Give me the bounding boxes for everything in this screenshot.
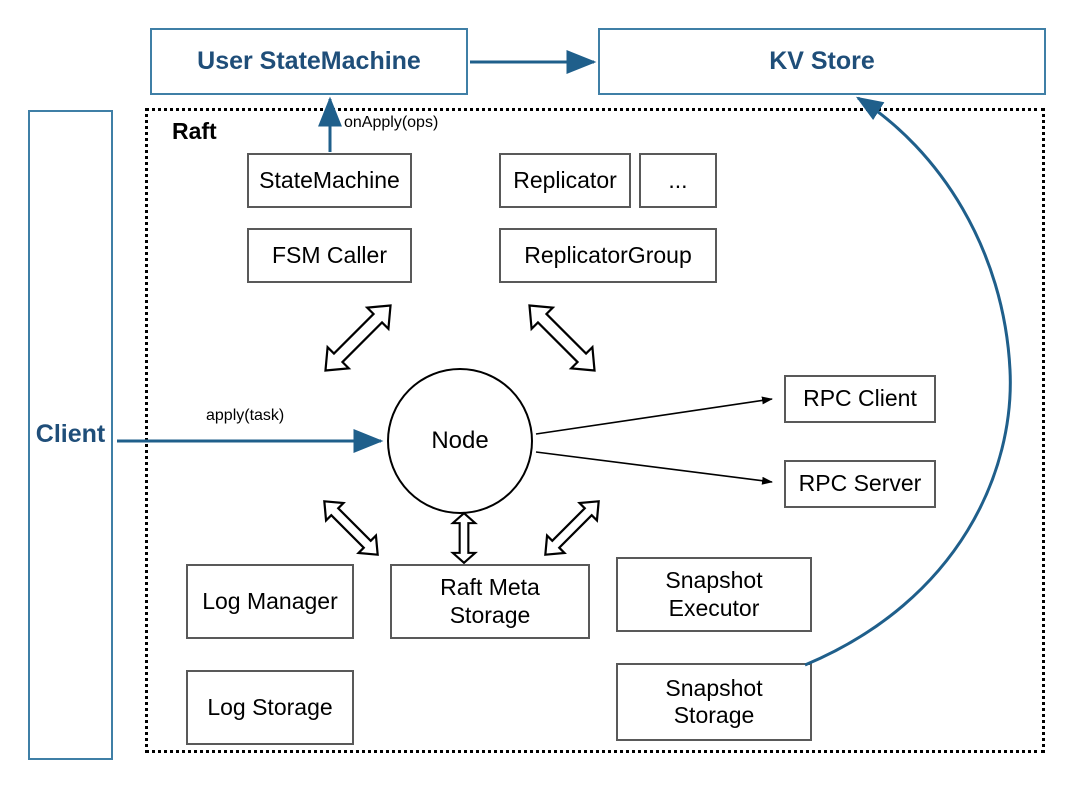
- box-ellipsis-label: ...: [668, 166, 688, 193]
- box-raft-meta-storage[interactable]: Raft Meta Storage: [390, 564, 590, 639]
- box-fsm-caller[interactable]: FSM Caller: [247, 228, 412, 283]
- box-snapshot-executor-label-line1: Snapshot: [665, 567, 763, 594]
- box-rpc-server[interactable]: RPC Server: [784, 460, 936, 508]
- box-state-machine[interactable]: StateMachine: [247, 153, 412, 208]
- box-replicator-group[interactable]: ReplicatorGroup: [499, 228, 717, 283]
- box-rpc-client[interactable]: RPC Client: [784, 375, 936, 423]
- diagram-canvas: Raft Client User StateMachine KV Store S…: [0, 0, 1080, 790]
- box-raft-meta-storage-label-line2: Storage: [449, 601, 531, 628]
- box-user-state-machine-label: User StateMachine: [197, 46, 421, 75]
- box-kv-store-label: KV Store: [769, 46, 875, 75]
- box-kv-store[interactable]: KV Store: [598, 28, 1046, 95]
- edge-label-on-apply: onApply(ops): [344, 114, 439, 131]
- box-log-manager[interactable]: Log Manager: [186, 564, 354, 639]
- raft-group-label: Raft: [172, 118, 217, 144]
- node-circle-label: Node: [431, 427, 489, 454]
- edge-label-apply-task: apply(task): [206, 407, 285, 424]
- box-raft-meta-storage-label-line1: Raft Meta: [440, 574, 540, 601]
- box-snapshot-executor-label-line2: Executor: [668, 594, 760, 621]
- box-snapshot-executor[interactable]: Snapshot Executor: [616, 557, 812, 632]
- box-replicator[interactable]: Replicator: [499, 153, 631, 208]
- box-snapshot-storage-label-line2: Storage: [673, 702, 755, 728]
- box-rpc-server-label: RPC Server: [798, 470, 922, 497]
- box-user-state-machine[interactable]: User StateMachine: [150, 28, 468, 95]
- box-ellipsis[interactable]: ...: [639, 153, 717, 208]
- box-snapshot-storage-label-line1: Snapshot: [665, 674, 763, 701]
- box-log-storage-label: Log Storage: [207, 693, 333, 720]
- box-log-manager-label: Log Manager: [202, 587, 338, 614]
- box-client-label: Client: [35, 420, 106, 449]
- box-snapshot-storage[interactable]: Snapshot Storage: [616, 663, 812, 741]
- box-fsm-caller-label: FSM Caller: [271, 241, 387, 268]
- box-replicator-label: Replicator: [513, 166, 617, 193]
- box-log-storage[interactable]: Log Storage: [186, 670, 354, 745]
- box-replicator-group-label: ReplicatorGroup: [524, 241, 692, 268]
- node-circle[interactable]: Node: [387, 368, 533, 514]
- box-client[interactable]: Client: [28, 110, 113, 760]
- box-state-machine-label: StateMachine: [259, 166, 400, 193]
- box-rpc-client-label: RPC Client: [803, 385, 917, 412]
